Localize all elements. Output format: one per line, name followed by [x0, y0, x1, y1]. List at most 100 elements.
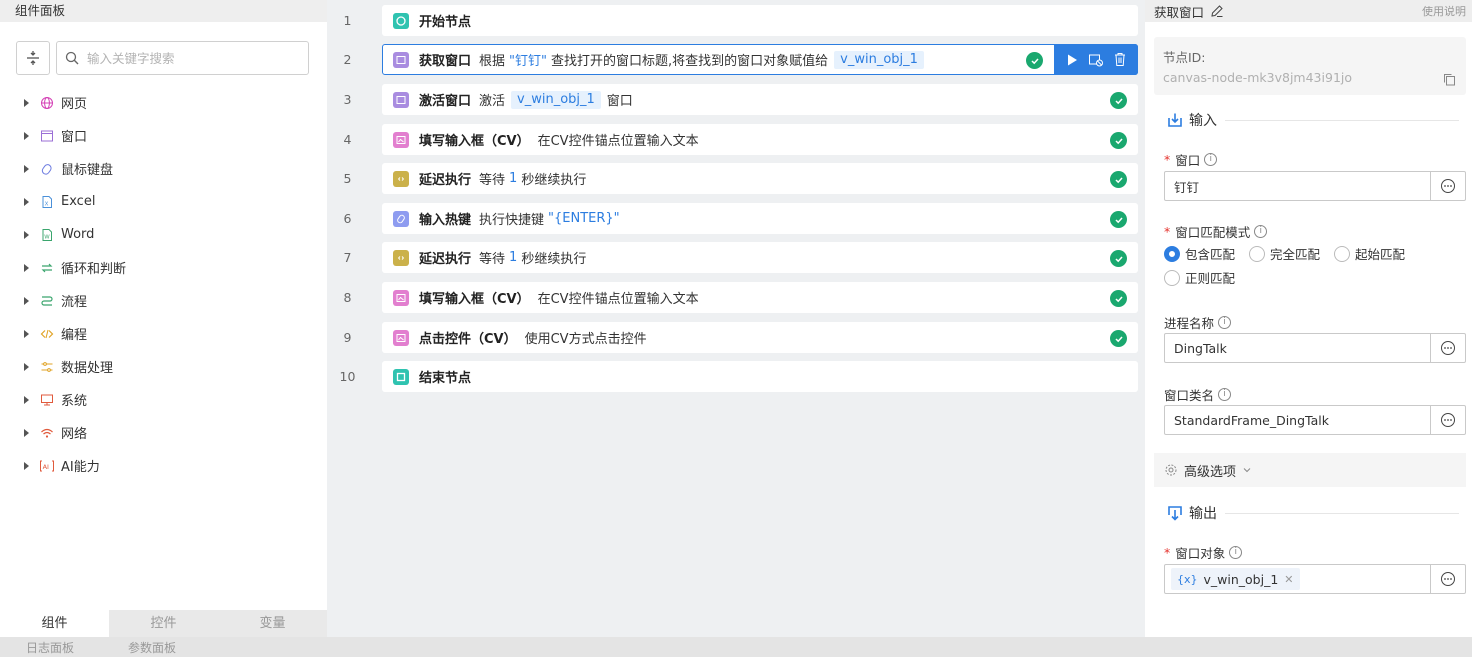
node-title: 获取窗口 [419, 54, 472, 69]
tree-item-mouse-keyboard[interactable]: 鼠标键盘 [0, 152, 327, 185]
collapse-icon [27, 51, 39, 65]
class-name-more-button[interactable] [1430, 406, 1465, 434]
collapse-all-button[interactable] [16, 41, 50, 75]
wifi-icon [39, 425, 55, 441]
radio-contains[interactable]: 包含匹配 [1164, 244, 1235, 263]
gear-icon [1165, 464, 1177, 476]
tree-item-word[interactable]: W Word [0, 218, 327, 251]
tree-item-excel[interactable]: X Excel [0, 185, 327, 218]
tree-item-window[interactable]: 窗口 [0, 119, 327, 152]
output-section-title: 输出 [1189, 506, 1217, 522]
node-title: 结束节点 [419, 371, 472, 386]
more-icon [1441, 179, 1455, 193]
flow-node-fill-input-cv[interactable]: 填写输入框（CV） 在CV控件锚点位置输入文本 [382, 282, 1138, 313]
copy-icon[interactable] [1443, 73, 1456, 86]
tree-item-label: 网页 [61, 97, 88, 112]
node-desc: 在CV控件锚点位置输入文本 [537, 292, 699, 307]
info-icon[interactable]: i [1204, 153, 1218, 166]
tab-controls[interactable]: 控件 [109, 610, 218, 637]
svg-text:X: X [45, 201, 49, 207]
info-icon[interactable]: i [1254, 225, 1268, 238]
flow-row: 3 激活窗口 激活 v_win_obj_1 窗口 [327, 84, 1145, 116]
node-id-box: 节点ID: canvas-node-mk3v8jm43i91jo [1154, 37, 1466, 95]
output-label-text: 窗口对象 [1175, 546, 1226, 561]
output-tag-area[interactable]: {x} v_win_obj_1 ✕ [1165, 568, 1430, 590]
svg-text:W: W [44, 234, 50, 240]
tree-item-web[interactable]: 网页 [0, 86, 327, 119]
radio-label: 完全匹配 [1270, 247, 1321, 262]
tree-item-loop[interactable]: 循环和判断 [0, 251, 327, 284]
more-icon [1441, 572, 1455, 586]
class-name-input[interactable] [1165, 406, 1430, 434]
delete-icon[interactable] [1113, 52, 1127, 67]
tab-variables[interactable]: 变量 [218, 610, 327, 637]
radio-starts-with[interactable]: 起始匹配 [1334, 244, 1405, 263]
close-icon[interactable]: ✕ [1284, 573, 1293, 586]
flow-node-fill-input-cv[interactable]: 填写输入框（CV） 在CV控件锚点位置输入文本 [382, 124, 1138, 155]
flow-node-delay[interactable]: 延迟执行 等待 1 秒继续执行 [382, 163, 1138, 194]
node-title: 延迟执行 [419, 173, 472, 188]
flow-node-activate-window[interactable]: 激活窗口 激活 v_win_obj_1 窗口 [382, 84, 1138, 115]
tree-item-code[interactable]: 编程 [0, 317, 327, 350]
node-desc: 查找打开的窗口标题,将查找到的窗口对象赋值给 [551, 54, 829, 69]
flow-node-end[interactable]: 结束节点 [382, 361, 1138, 392]
node-id-label: 节点ID: [1163, 50, 1206, 65]
tree-item-network[interactable]: 网络 [0, 416, 327, 449]
search-input[interactable] [87, 50, 297, 66]
disable-icon[interactable] [1088, 53, 1104, 67]
flow-node-hotkey[interactable]: 输入热键 执行快捷键 "{ENTER}" [382, 203, 1138, 234]
node-title: 延迟执行 [419, 252, 472, 267]
radio-dot [1249, 245, 1266, 262]
tree-item-system[interactable]: 系统 [0, 383, 327, 416]
process-input[interactable] [1165, 334, 1430, 362]
input-icon [1168, 113, 1182, 127]
class-name-field [1164, 405, 1466, 435]
output-more-button[interactable] [1430, 565, 1465, 593]
window-icon [39, 128, 55, 144]
radio-dot [1164, 269, 1180, 286]
info-icon[interactable]: i [1218, 388, 1232, 401]
caret-right-icon [24, 395, 29, 404]
tree-item-ai[interactable]: AI AI能力 [0, 449, 327, 482]
window-label: * 窗口 i [1164, 150, 1218, 169]
divider [1225, 119, 1459, 121]
info-icon[interactable]: i [1218, 316, 1232, 329]
search-box [56, 41, 309, 75]
flow-node-click-cv[interactable]: 点击控件（CV） 使用CV方式点击控件 [382, 322, 1138, 353]
tree-item-flow[interactable]: 流程 [0, 284, 327, 317]
check-icon [1110, 330, 1127, 347]
flow-node-start[interactable]: 开始节点 [382, 5, 1138, 36]
flow-node-get-window[interactable]: 获取窗口 根据 "钉钉" 查找打开的窗口标题,将查找到的窗口对象赋值给 v_wi… [382, 44, 1138, 75]
tab-components[interactable]: 组件 [0, 610, 109, 637]
flow-row: 10 结束节点 [327, 361, 1145, 393]
run-icon[interactable] [1065, 53, 1079, 67]
flow-row: 6 输入热键 执行快捷键 "{ENTER}" [327, 203, 1145, 235]
window-node-icon [393, 51, 409, 68]
caret-right-icon [24, 329, 29, 338]
tree-item-label: AI能力 [61, 460, 100, 475]
flow-node-delay[interactable]: 延迟执行 等待 1 秒继续执行 [382, 242, 1138, 273]
param-panel-tab[interactable]: 参数面板 [128, 639, 176, 656]
output-field: {x} v_win_obj_1 ✕ [1164, 564, 1466, 594]
tree-item-label: 网络 [61, 427, 88, 442]
process-more-button[interactable] [1430, 334, 1465, 362]
word-icon: W [39, 227, 55, 243]
excel-icon: X [39, 194, 55, 210]
caret-right-icon [24, 296, 29, 305]
window-input[interactable] [1165, 172, 1430, 200]
window-field [1164, 171, 1466, 201]
help-link[interactable]: 使用说明 [1422, 3, 1466, 19]
flow-row: 7 延迟执行 等待 1 秒继续执行 [327, 242, 1145, 274]
radio-exact[interactable]: 完全匹配 [1249, 244, 1320, 263]
advanced-options-toggle[interactable]: 高级选项 [1154, 453, 1466, 487]
info-icon[interactable]: i [1229, 546, 1243, 559]
divider [1225, 512, 1459, 514]
variable-tag: v_win_obj_1 [511, 90, 601, 109]
row-number: 1 [343, 13, 352, 28]
radio-regex[interactable]: 正则匹配 [1164, 268, 1235, 287]
required-mark: * [1164, 224, 1171, 239]
edit-icon[interactable] [1210, 4, 1224, 18]
tree-item-data[interactable]: 数据处理 [0, 350, 327, 383]
log-panel-tab[interactable]: 日志面板 [26, 639, 74, 656]
window-more-button[interactable] [1430, 172, 1465, 200]
